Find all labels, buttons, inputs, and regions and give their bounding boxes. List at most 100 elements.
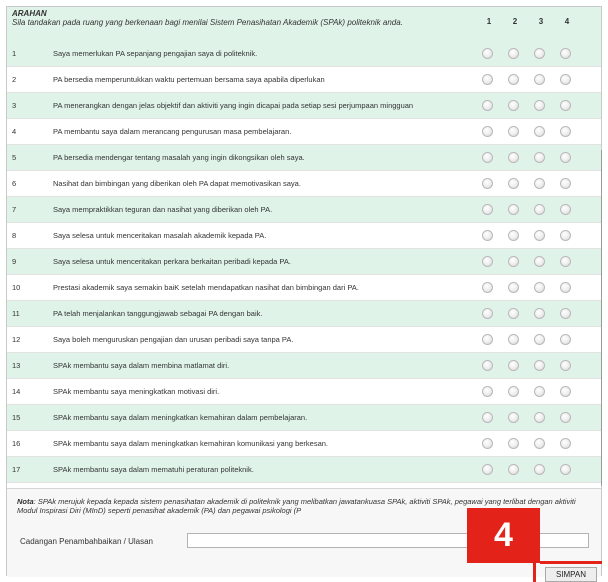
rating-radio-4[interactable] (560, 463, 571, 475)
question-row: 10 Prestasi akademik saya semakin baiK se… (7, 275, 601, 301)
question-number: 6 (12, 179, 17, 188)
rating-radio-3[interactable] (534, 99, 545, 111)
rating-radio-1[interactable] (482, 99, 493, 111)
rating-radio-2[interactable] (508, 73, 519, 85)
rating-radio-3[interactable] (534, 255, 545, 267)
rating-radio-1[interactable] (482, 359, 493, 371)
rating-radio-2[interactable] (508, 307, 519, 319)
question-row: 4 PA membantu saya dalam merancang pengur… (7, 119, 601, 145)
rating-radio-1[interactable] (482, 47, 493, 59)
rating-radio-2[interactable] (508, 151, 519, 163)
rating-radio-1[interactable] (482, 307, 493, 319)
rating-radio-2[interactable] (508, 411, 519, 423)
rating-radio-3[interactable] (534, 437, 545, 449)
rating-radio-3[interactable] (534, 125, 545, 137)
rating-radio-4[interactable] (560, 333, 571, 345)
rating-radio-4[interactable] (560, 125, 571, 137)
rating-radio-1[interactable] (482, 203, 493, 215)
rating-radio-2[interactable] (508, 437, 519, 449)
rating-radio-3[interactable] (534, 47, 545, 59)
question-text: PA bersedia mendengar tentang masalah ya… (53, 152, 305, 162)
rating-radio-3[interactable] (534, 281, 545, 293)
rating-radio-1[interactable] (482, 385, 493, 397)
question-list: 1 Saya memerlukan PA sepanjang pengajian … (7, 41, 601, 483)
rating-radio-1[interactable] (482, 255, 493, 267)
rating-radio-1[interactable] (482, 437, 493, 449)
rating-radio-4[interactable] (560, 47, 571, 59)
rating-radio-2[interactable] (508, 99, 519, 111)
scroll-divider (601, 150, 602, 486)
rating-radio-1[interactable] (482, 411, 493, 423)
rating-radio-4[interactable] (560, 151, 571, 163)
question-text: Nasihat dan bimbingan yang diberikan ole… (53, 178, 301, 188)
rating-radio-3[interactable] (534, 151, 545, 163)
rating-radio-2[interactable] (508, 177, 519, 189)
rating-radio-2[interactable] (508, 255, 519, 267)
highlight-line-vertical (533, 561, 536, 582)
rating-radio-4[interactable] (560, 385, 571, 397)
question-row: 14 SPAk membantu saya meningkatkan motiva… (7, 379, 601, 405)
rating-radio-1[interactable] (482, 151, 493, 163)
rating-radio-4[interactable] (560, 203, 571, 215)
rating-radio-4[interactable] (560, 177, 571, 189)
rating-radio-4[interactable] (560, 73, 571, 85)
question-number: 1 (12, 49, 17, 58)
highlight-line-horizontal (540, 561, 602, 564)
rating-radio-2[interactable] (508, 359, 519, 371)
rating-radio-4[interactable] (560, 229, 571, 241)
rating-radio-1[interactable] (482, 73, 493, 85)
rating-radio-3[interactable] (534, 73, 545, 85)
question-text: SPAk membantu saya dalam meningkatkan ke… (53, 412, 308, 422)
rating-radio-3[interactable] (534, 463, 545, 475)
question-row: 11 PA telah menjalankan tanggungjawab seb… (7, 301, 601, 327)
rating-radio-3[interactable] (534, 385, 545, 397)
rating-radio-4[interactable] (560, 255, 571, 267)
rating-radio-1[interactable] (482, 333, 493, 345)
rating-radio-1[interactable] (482, 281, 493, 293)
question-text: Saya selesa untuk menceritakan masalah a… (53, 230, 267, 240)
rating-radio-3[interactable] (534, 229, 545, 241)
rating-radio-2[interactable] (508, 125, 519, 137)
question-row: 9 Saya selesa untuk menceritakan perkara … (7, 249, 601, 275)
nota-label: Nota (17, 497, 34, 506)
step-number-badge: 4 (467, 508, 540, 563)
question-text: SPAk membantu saya dalam mematuhi peratu… (53, 464, 254, 474)
rating-radio-3[interactable] (534, 307, 545, 319)
instructions-header: ARAHAN Sila tandakan pada ruang yang ber… (7, 7, 601, 41)
rating-radio-1[interactable] (482, 463, 493, 475)
rating-radio-3[interactable] (534, 203, 545, 215)
rating-radio-3[interactable] (534, 411, 545, 423)
rating-radio-1[interactable] (482, 125, 493, 137)
column-header-4: 4 (564, 17, 570, 26)
rating-radio-2[interactable] (508, 281, 519, 293)
rating-radio-2[interactable] (508, 385, 519, 397)
rating-radio-2[interactable] (508, 333, 519, 345)
question-row: 1 Saya memerlukan PA sepanjang pengajian … (7, 41, 601, 67)
rating-radio-2[interactable] (508, 229, 519, 241)
question-number: 4 (12, 127, 17, 136)
rating-radio-3[interactable] (534, 177, 545, 189)
rating-radio-2[interactable] (508, 47, 519, 59)
rating-radio-4[interactable] (560, 359, 571, 371)
question-text: Saya memerlukan PA sepanjang pengajian s… (53, 48, 258, 58)
question-row: 2 PA bersedia memperuntukkan waktu pertem… (7, 67, 601, 93)
simpan-button[interactable]: SIMPAN (545, 567, 597, 582)
question-text: Prestasi akademik saya semakin baiK sete… (53, 282, 359, 292)
rating-radio-4[interactable] (560, 411, 571, 423)
rating-radio-4[interactable] (560, 99, 571, 111)
rating-radio-1[interactable] (482, 229, 493, 241)
rating-radio-4[interactable] (560, 281, 571, 293)
rating-radio-4[interactable] (560, 307, 571, 319)
rating-radio-2[interactable] (508, 203, 519, 215)
question-row: 8 Saya selesa untuk menceritakan masalah … (7, 223, 601, 249)
rating-radio-3[interactable] (534, 333, 545, 345)
question-text: Saya boleh menguruskan pengajian dan uru… (53, 334, 294, 344)
question-number: 9 (12, 257, 17, 266)
question-row: 6 Nasihat dan bimbingan yang diberikan ol… (7, 171, 601, 197)
rating-radio-4[interactable] (560, 437, 571, 449)
rating-radio-1[interactable] (482, 177, 493, 189)
rating-radio-3[interactable] (534, 359, 545, 371)
question-row: 16 SPAk membantu saya dalam meningkatkan … (7, 431, 601, 457)
question-row: 17 SPAk membantu saya dalam mematuhi pera… (7, 457, 601, 483)
rating-radio-2[interactable] (508, 463, 519, 475)
